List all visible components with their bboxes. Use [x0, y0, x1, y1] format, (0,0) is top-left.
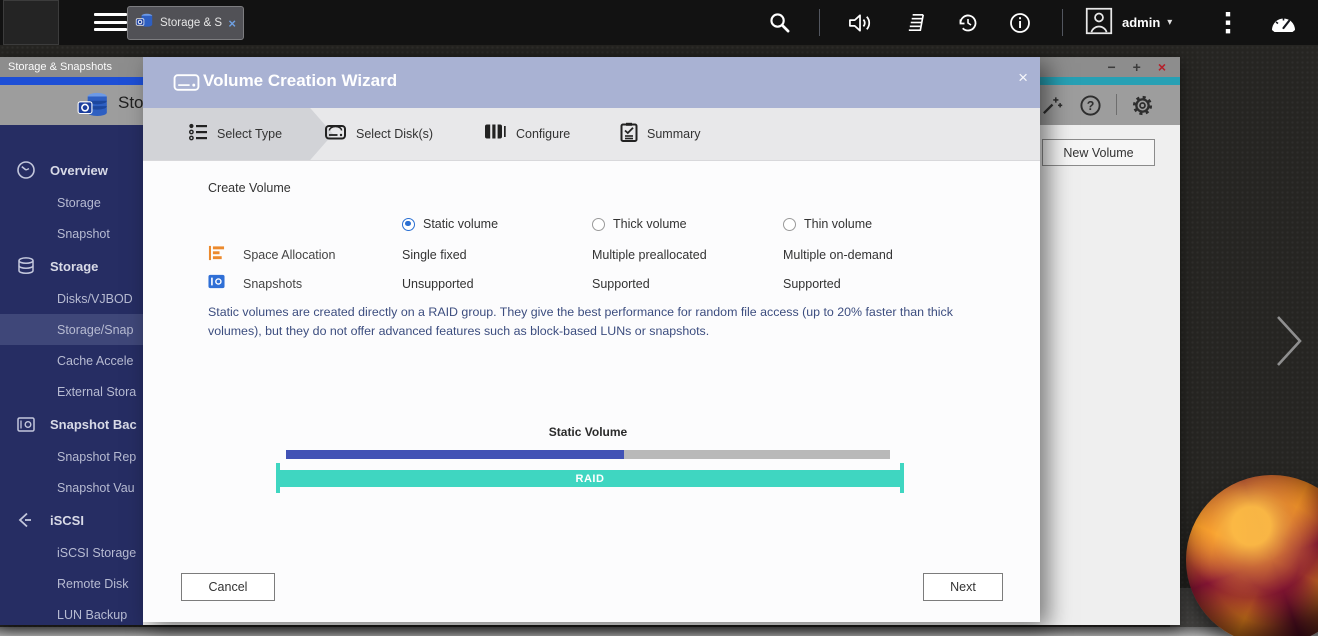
option-thin-volume[interactable]: Thin volume: [783, 217, 872, 231]
space-allocation-icon: [208, 245, 225, 266]
sidebar-item-iscsi[interactable]: iSCSI: [0, 503, 143, 537]
storage-app-icon: [76, 88, 110, 127]
header-separator: [1116, 94, 1117, 115]
more-options-icon[interactable]: [1224, 10, 1232, 35]
settings-gear-icon[interactable]: [1131, 94, 1154, 122]
thin-snapshots: Supported: [783, 277, 841, 291]
next-button[interactable]: Next: [923, 573, 1003, 601]
search-icon[interactable]: [768, 10, 791, 35]
background-tasks-icon[interactable]: [956, 10, 980, 35]
option-static-volume[interactable]: Static volume: [402, 217, 498, 231]
info-icon[interactable]: [1008, 10, 1032, 35]
next-desktop-page-icon[interactable]: [1272, 311, 1306, 371]
radio-thick-volume[interactable]: [592, 217, 605, 231]
desktop-floor: [0, 627, 1318, 636]
sidebar-item-snapshot-overview[interactable]: Snapshot: [0, 218, 143, 249]
step-summary[interactable]: Summary: [620, 108, 700, 160]
space-allocation-label: Space Allocation: [243, 248, 336, 262]
database-icon: [16, 256, 36, 276]
thin-space-allocation: Multiple on-demand: [783, 248, 893, 262]
tab-label: Storage & Sna...: [160, 17, 223, 29]
app-tab-storage-snapshots[interactable]: Storage & Sna... ×: [127, 6, 244, 40]
svg-text:?: ?: [1087, 99, 1095, 113]
volume-usage-bar: [286, 450, 890, 459]
wizard-content: Create Volume Static volume Thick volume…: [143, 160, 1040, 622]
window-title: Storage & Snapshots: [8, 61, 112, 73]
raid-cap-right: [900, 463, 904, 493]
volume-fill: [286, 450, 625, 459]
dialog-header: Volume Creation Wizard ×: [143, 57, 1040, 108]
disk-icon: [324, 122, 347, 147]
sidebar-item-external-storage[interactable]: External Stora: [0, 376, 143, 407]
tab-close-icon[interactable]: ×: [228, 17, 236, 30]
list-radio-icon: [188, 122, 208, 147]
tab-app-icon: [135, 11, 154, 35]
main-menu-icon[interactable]: [94, 13, 127, 36]
sidebar-item-remote-disk[interactable]: Remote Disk: [0, 568, 143, 599]
drive-icon: [173, 72, 200, 98]
checklist-icon: [620, 122, 638, 147]
screen: Storage & Snapshots − + × Storag: [0, 0, 1318, 636]
sidebar: Overview Storage Snapshot Storage Disks/…: [0, 125, 143, 625]
gauge-icon: [16, 160, 36, 180]
thick-space-allocation: Multiple preallocated: [592, 248, 707, 262]
wizard-icon[interactable]: [1040, 94, 1063, 122]
snapshots-icon: [208, 274, 225, 294]
admin-label: admin: [1122, 15, 1161, 30]
static-space-allocation: Single fixed: [402, 248, 467, 262]
sidebar-item-storage-snapshots[interactable]: Storage/Snap: [0, 314, 143, 345]
window-close-button[interactable]: ×: [1158, 60, 1166, 74]
thick-snapshots: Supported: [592, 277, 650, 291]
create-volume-label: Create Volume: [208, 181, 291, 195]
new-volume-button[interactable]: New Volume: [1042, 139, 1155, 166]
sidebar-item-overview[interactable]: Overview: [0, 153, 143, 187]
user-avatar-icon[interactable]: [1085, 7, 1113, 34]
volume-icon[interactable]: [848, 10, 873, 35]
main-menu-bar: Storage & Sna... × admin ▾: [0, 0, 1318, 45]
dashboard-icon[interactable]: [1268, 10, 1299, 35]
sidebar-item-disks-vjbod[interactable]: Disks/VJBOD: [0, 283, 143, 314]
diagram-volume-label: Static Volume: [548, 425, 628, 439]
step-select-type[interactable]: Select Type: [188, 108, 282, 160]
sidebar-item-iscsi-storage[interactable]: iSCSI Storage: [0, 537, 143, 568]
maximize-button[interactable]: +: [1133, 60, 1141, 74]
volume-creation-wizard-dialog: Volume Creation Wizard × Select Type Sel…: [143, 57, 1040, 622]
radio-thin-volume[interactable]: [783, 217, 796, 231]
raid-group-diagram: RAID: [276, 463, 904, 493]
help-icon[interactable]: ?: [1079, 94, 1102, 122]
static-snapshots: Unsupported: [402, 277, 474, 291]
minimize-button[interactable]: −: [1107, 60, 1115, 74]
wizard-steps-bar: Select Type Select Disk(s) Configure Sum…: [143, 108, 1040, 161]
option-thick-volume[interactable]: Thick volume: [592, 217, 687, 231]
snapshots-label: Snapshots: [243, 277, 303, 291]
cancel-button[interactable]: Cancel: [181, 573, 275, 601]
sidebar-item-snapshot-vault[interactable]: Snapshot Vau: [0, 472, 143, 503]
sidebar-item-snapshot-replica[interactable]: Snapshot Rep: [0, 441, 143, 472]
topbar-separator: [819, 9, 820, 36]
corner-tile: [3, 0, 59, 45]
event-log-icon[interactable]: [905, 10, 928, 35]
sidebar-item-storage-overview[interactable]: Storage: [0, 187, 143, 218]
dialog-close-icon[interactable]: ×: [1018, 69, 1028, 86]
volume-type-description: Static volumes are created directly on a…: [208, 305, 953, 339]
admin-menu[interactable]: admin ▾: [1122, 0, 1172, 45]
snapshot-folder-icon: [16, 414, 36, 434]
wallpaper-sphere-logo: [1186, 475, 1318, 636]
sidebar-item-storage[interactable]: Storage: [0, 249, 143, 283]
radio-static-volume[interactable]: [402, 217, 415, 231]
sidebar-item-cache-acceleration[interactable]: Cache Accele: [0, 345, 143, 376]
dialog-title: Volume Creation Wizard: [203, 71, 398, 90]
iscsi-arrow-icon: [16, 510, 36, 530]
topbar-separator: [1062, 9, 1063, 36]
raid-bar: RAID: [280, 470, 900, 487]
raid-icon: [484, 122, 507, 146]
step-select-disks[interactable]: Select Disk(s): [324, 108, 433, 160]
chevron-down-icon: ▾: [1167, 17, 1173, 28]
sidebar-item-snapshot-backup[interactable]: Snapshot Bac: [0, 407, 143, 441]
step-configure[interactable]: Configure: [484, 108, 570, 160]
raid-label: RAID: [575, 472, 605, 485]
sidebar-item-lun-backup[interactable]: LUN Backup: [0, 599, 143, 625]
